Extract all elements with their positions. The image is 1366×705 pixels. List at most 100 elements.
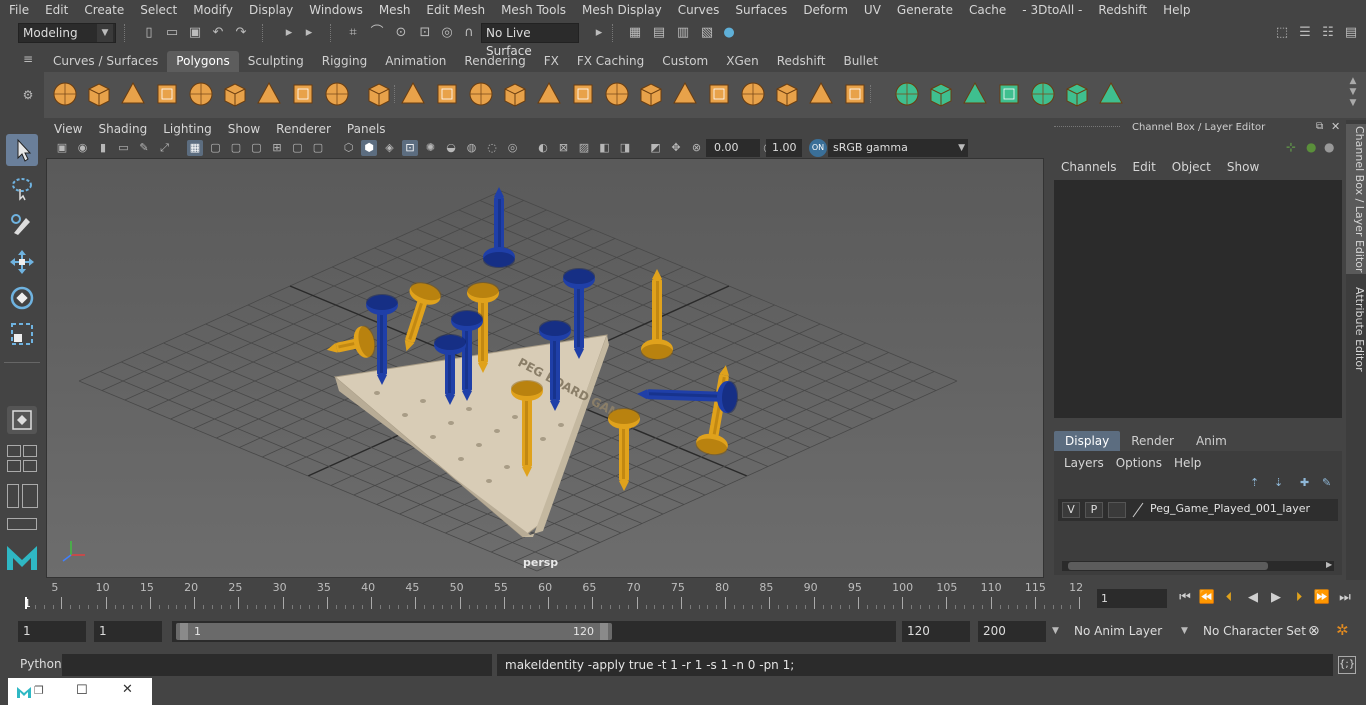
shelf-tab-rendering[interactable]: Rendering [455,51,534,72]
move-layer-down-icon[interactable]: ⇣ [1274,476,1283,489]
platonic-icon[interactable] [322,79,352,109]
collapse-arrow-icon[interactable]: ▸ [590,24,608,42]
pipe-icon[interactable] [288,79,318,109]
animation-end-field[interactable]: 200 [978,621,1046,642]
layout-icon[interactable]: ☰ [1296,24,1314,42]
bottom-layout-icon[interactable] [7,518,37,530]
multi-cut-icon[interactable] [534,79,564,109]
animation-prefs-icon[interactable]: ✲ [1336,620,1349,641]
viewport-menu-panels[interactable]: Panels [339,120,394,138]
target-weld-icon[interactable] [840,79,870,109]
menu-mesh-display[interactable]: Mesh Display [573,0,669,20]
menu-windows[interactable]: Windows [300,0,370,20]
lights-icon[interactable]: ✺ [423,140,439,156]
current-frame-field[interactable]: 1 [1097,589,1167,608]
live-surface-field[interactable]: No Live Surface [481,23,579,58]
side-tab-channel-box[interactable]: Channel Box / Layer Editor [1346,124,1366,274]
screen-space-ao-icon[interactable]: ◍ [464,140,480,156]
safe-action-icon[interactable]: ▢ [290,140,306,156]
anim-layer-dropdown[interactable]: No Anim Layer [1074,621,1162,642]
cylinder-icon[interactable] [118,79,148,109]
shelf-tab-sculpting[interactable]: Sculpting [239,51,313,72]
menu-modify[interactable]: Modify [184,0,240,20]
offset-icon[interactable] [670,79,700,109]
viewport-menu-lighting[interactable]: Lighting [155,120,220,138]
layer-menu-options[interactable]: Options [1114,456,1172,470]
outliner-layout-icon[interactable] [23,460,37,472]
cut-uv-icon[interactable] [994,79,1024,109]
sphere-icon[interactable] [50,79,80,109]
step-forward-icon[interactable]: ⏩ [1311,589,1333,607]
new-layer-selected-icon[interactable]: ✎ [1322,476,1331,489]
grease-pencil-icon[interactable]: ✎ [136,140,152,156]
side-tab-attribute-editor[interactable]: Attribute Editor [1346,284,1366,374]
close-icon[interactable]: ✕ [1331,120,1340,133]
channel-box-menu-show[interactable]: Show [1222,160,1270,174]
ipr-icon[interactable]: ▥ [674,24,692,42]
image-plane-icon[interactable]: ▭ [116,140,132,156]
viewport-menu-show[interactable]: Show [220,120,268,138]
shadows-icon[interactable]: ◒ [443,140,459,156]
range-handle-right[interactable] [600,623,608,640]
layer-playback-toggle[interactable]: P [1085,502,1103,518]
anti-aliasing-icon[interactable]: ◎ [505,140,521,156]
menu-mesh-tools[interactable]: Mesh Tools [492,0,573,20]
uv-editor-icon[interactable] [892,79,922,109]
scrollbar-thumb[interactable] [1068,562,1268,570]
color-management-icon[interactable]: ON [809,139,827,157]
layer-visibility-toggle[interactable]: V [1062,502,1080,518]
single-pane-layout-icon[interactable] [7,445,21,457]
xray-active-icon[interactable]: ◨ [617,140,633,156]
layer-display-type-toggle[interactable] [1108,502,1126,518]
layer-scrollbar[interactable]: ▶ [1062,560,1334,571]
last-tool-button[interactable] [7,406,37,434]
go-to-end-icon[interactable]: ⏭ [1334,589,1356,607]
menu-file[interactable]: File [0,0,36,20]
snap-curve-icon[interactable]: ⌒ [368,24,386,42]
range-slider[interactable]: 1 120 [172,621,896,642]
isolate-select-icon[interactable]: ⊠ [556,140,572,156]
side-layout-icon[interactable] [7,484,19,508]
undo-icon[interactable]: ↶ [209,24,227,42]
perspective-viewport[interactable]: PEG BOARD GAME persp [46,158,1044,578]
channel-box-menu-channels[interactable]: Channels [1056,160,1128,174]
save-scene-icon[interactable]: ▣ [186,24,204,42]
insert-loop-icon[interactable] [704,79,734,109]
shelf-tab-polygons[interactable]: Polygons [167,51,239,72]
depth-of-field-icon[interactable]: ◐ [535,140,551,156]
shelf-tab-animation[interactable]: Animation [376,51,455,72]
collapse-arrow-icon[interactable]: ▸ [280,24,298,42]
camera-attributes-icon[interactable]: ◉ [75,140,91,156]
two-pane-layout-icon[interactable] [23,445,37,457]
cone-icon[interactable] [152,79,182,109]
torus-icon[interactable] [220,79,250,109]
shelf-tab-rigging[interactable]: Rigging [313,51,376,72]
gamma-field[interactable]: 1.00 [766,139,802,157]
shelf-tab-fx-caching[interactable]: FX Caching [568,51,653,72]
grid-icon[interactable]: ▦ [187,140,203,156]
shelf-scroll-icon[interactable]: ▲ ▼ ▼ [1346,76,1360,110]
playback-start-field[interactable]: 1 [94,621,162,642]
gate-mask-icon[interactable]: ▢ [249,140,265,156]
unfold-icon[interactable] [1028,79,1058,109]
command-input[interactable] [62,654,492,676]
camera-move-icon[interactable]: ✥ [668,140,684,156]
auto-key-icon[interactable]: ⊗ [1308,621,1320,642]
shelf-menu-icon[interactable]: ≡ [18,52,38,72]
menu-display[interactable]: Display [240,0,300,20]
layer-tab-anim[interactable]: Anim [1185,431,1238,451]
append-icon[interactable] [772,79,802,109]
viewport-menu-view[interactable]: View [46,120,90,138]
menu-select[interactable]: Select [131,0,184,20]
workspace-icon[interactable]: ⬚ [1273,24,1291,42]
layer-menu-layers[interactable]: Layers [1062,456,1114,470]
plane-icon[interactable] [186,79,216,109]
menu-redshift[interactable]: Redshift [1089,0,1154,20]
step-back-icon[interactable]: ⏪ [1196,589,1218,607]
separate-icon[interactable] [500,79,530,109]
backface-icon[interactable]: ◩ [648,140,664,156]
mode-dropdown[interactable]: Modeling ▼ [18,23,116,43]
menu-generate[interactable]: Generate [888,0,960,20]
outliner-icon[interactable]: ☷ [1319,24,1337,42]
scale-tool-button[interactable] [6,318,38,350]
